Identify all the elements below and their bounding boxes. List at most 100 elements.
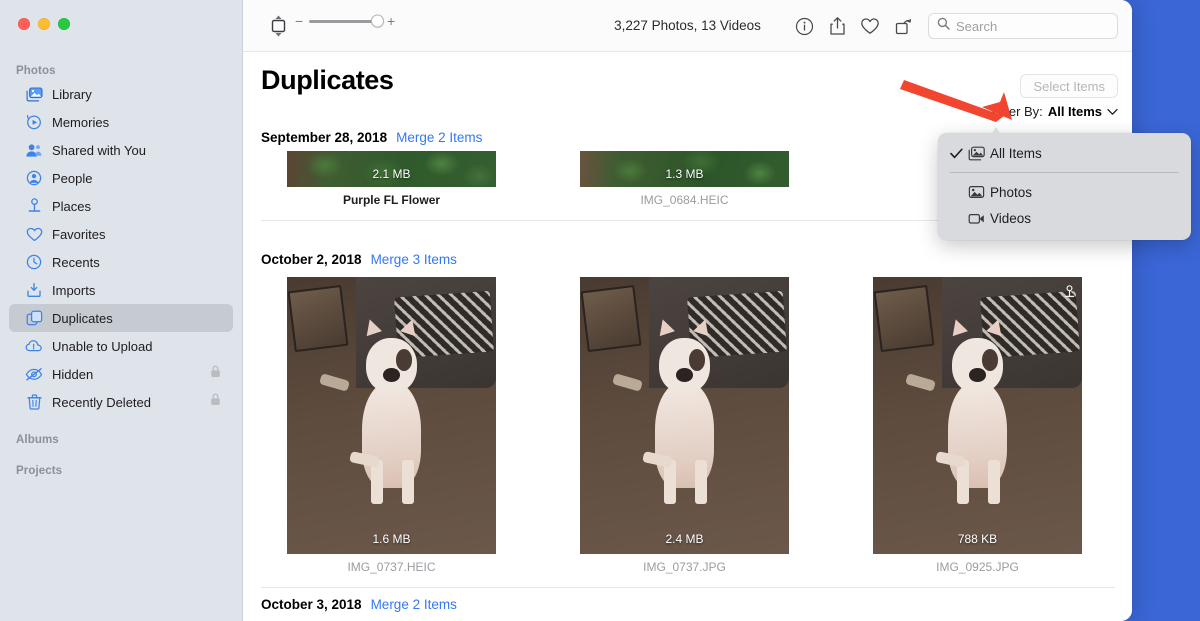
duplicate-item[interactable]: 2.1 MB Purple FL Flower	[287, 151, 496, 207]
sidebar-item-label: Places	[52, 198, 92, 214]
info-icon[interactable]	[789, 11, 819, 41]
sidebar-section-projects[interactable]: Projects	[0, 465, 62, 477]
sidebar-section-albums[interactable]: Albums	[0, 434, 59, 446]
menu-item-label: All Items	[990, 145, 1042, 161]
people-icon	[25, 169, 43, 187]
file-size-badge: 788 KB	[957, 532, 998, 546]
sidebar-item-label: Recently Deleted	[52, 394, 151, 410]
photo-caption: IMG_0737.JPG	[643, 560, 726, 574]
menu-item-label: Photos	[990, 184, 1033, 200]
heart-icon[interactable]	[855, 11, 885, 41]
import-icon	[25, 281, 43, 299]
duplicate-item[interactable]: 1.6 MB IMG_0737.HEIC	[287, 277, 496, 574]
thumbnail-row: 1.6 MB IMG_0737.HEIC 2.4 MB IMG_0737.JPG…	[244, 277, 1132, 574]
file-size-badge: 2.4 MB	[665, 532, 704, 546]
menu-item-all-items[interactable]: All Items	[938, 140, 1191, 166]
sidebar-item-label: Recents	[52, 254, 100, 270]
minimize-window-button[interactable]	[38, 18, 50, 30]
sidebar-item-label: Memories	[52, 114, 110, 130]
menu-divider	[950, 172, 1179, 173]
zoom-in-label[interactable]: +	[387, 14, 395, 28]
sidebar-item-places[interactable]: Places	[9, 192, 233, 220]
thumbnail-zoom-slider[interactable]: − +	[295, 14, 395, 28]
zoom-slider-track[interactable]	[309, 14, 384, 28]
shared-with-you-icon	[25, 141, 43, 159]
sidebar-item-label: Duplicates	[52, 310, 113, 326]
lock-icon	[210, 365, 221, 383]
cloud-warning-icon	[25, 337, 43, 355]
filter-by-label: Filter By:	[991, 104, 1043, 119]
menu-item-videos[interactable]: Videos	[938, 205, 1191, 231]
filter-by-button[interactable]: Filter By: All Items	[992, 104, 1118, 119]
page-title: Duplicates	[261, 65, 394, 95]
photo-caption: IMG_0737.HEIC	[347, 560, 436, 574]
search-input[interactable]: Search	[928, 13, 1118, 39]
sidebar-item-label: Shared with You	[52, 142, 146, 158]
sidebar-item-shared-with-you[interactable]: Shared with You	[9, 136, 233, 164]
sidebar-item-duplicates[interactable]: Duplicates	[9, 304, 233, 332]
sidebar-item-label: Hidden	[52, 366, 94, 382]
duplicates-icon	[25, 309, 43, 327]
photo-thumbnail[interactable]: 1.6 MB	[287, 277, 496, 554]
memories-icon	[25, 113, 43, 131]
photo-thumbnail[interactable]: 2.1 MB	[287, 151, 496, 187]
chevron-down-icon	[1107, 104, 1118, 119]
duplicate-group: October 2, 2018 Merge 3 Items 1.6 MB IMG…	[244, 252, 1132, 588]
view-options-icon[interactable]	[265, 13, 291, 39]
filter-by-value: All Items	[1047, 104, 1102, 119]
sidebar-item-library[interactable]: Library	[9, 80, 233, 108]
duplicate-item[interactable]: 1.3 MB IMG_0684.HEIC	[580, 151, 789, 207]
zoom-out-label[interactable]: −	[295, 14, 303, 28]
group-header: October 3, 2018 Merge 2 Items	[244, 597, 1132, 621]
search-icon	[937, 17, 950, 35]
photos-app-window: Photos Library Memories Shared with You Peo…	[0, 0, 1132, 621]
photo-thumbnail[interactable]: 1.3 MB	[580, 151, 789, 187]
rotate-icon[interactable]	[888, 11, 918, 41]
sidebar-section-photos: Photos	[16, 65, 56, 77]
videos-icon	[968, 212, 990, 225]
group-date: September 28, 2018	[261, 130, 388, 145]
sidebar-item-list: Library Memories Shared with You People Plac…	[0, 80, 242, 416]
photo-caption: Purple FL Flower	[342, 193, 441, 207]
share-icon[interactable]	[822, 11, 852, 41]
file-size-badge: 1.6 MB	[372, 532, 411, 546]
sidebar-item-imports[interactable]: Imports	[9, 276, 233, 304]
sidebar-item-hidden[interactable]: Hidden	[9, 360, 233, 388]
file-size-badge: 2.1 MB	[372, 167, 411, 181]
group-divider	[261, 587, 1115, 588]
filter-by-dropdown-menu[interactable]: All Items Photos Videos	[938, 133, 1191, 240]
sidebar-item-unable-to-upload[interactable]: Unable to Upload	[9, 332, 233, 360]
duplicate-item[interactable]: 2.4 MB IMG_0737.JPG	[580, 277, 789, 574]
sidebar-item-favorites[interactable]: Favorites	[9, 220, 233, 248]
select-items-button[interactable]: Select Items	[1020, 74, 1118, 98]
sidebar-item-recently-deleted[interactable]: Recently Deleted	[9, 388, 233, 416]
photo-caption: IMG_0684.HEIC	[640, 193, 729, 207]
menu-item-label: Videos	[990, 210, 1032, 226]
photo-thumbnail[interactable]: 788 KB	[873, 277, 1082, 554]
sidebar-item-memories[interactable]: Memories	[9, 108, 233, 136]
photo-thumbnail[interactable]: 2.4 MB	[580, 277, 789, 554]
toolbar: − + 3,227 Photos, 13 Videos Search	[243, 0, 1132, 52]
photo-artwork	[873, 277, 1082, 554]
checkmark-icon	[950, 148, 968, 159]
sidebar-item-label: Unable to Upload	[52, 338, 153, 354]
close-window-button[interactable]	[18, 18, 30, 30]
file-size-badge: 1.3 MB	[665, 167, 704, 181]
lock-icon	[210, 393, 221, 411]
zoom-slider-knob[interactable]	[371, 14, 384, 28]
clock-icon	[25, 253, 43, 271]
trash-icon	[25, 393, 43, 411]
menu-item-photos[interactable]: Photos	[938, 179, 1191, 205]
merge-items-link[interactable]: Merge 2 Items	[371, 597, 457, 612]
duplicate-group: October 3, 2018 Merge 2 Items	[244, 597, 1132, 621]
library-icon	[25, 85, 43, 103]
duplicate-item[interactable]: 788 KB IMG_0925.JPG	[873, 277, 1082, 574]
sidebar-item-people[interactable]: People	[9, 164, 233, 192]
group-date: October 3, 2018	[261, 597, 362, 612]
toolbar-actions: Search	[789, 11, 1118, 41]
merge-items-link[interactable]: Merge 3 Items	[371, 252, 457, 267]
photos-icon	[968, 185, 990, 199]
sidebar-item-recents[interactable]: Recents	[9, 248, 233, 276]
merge-items-link[interactable]: Merge 2 Items	[396, 130, 482, 145]
maximize-window-button[interactable]	[58, 18, 70, 30]
